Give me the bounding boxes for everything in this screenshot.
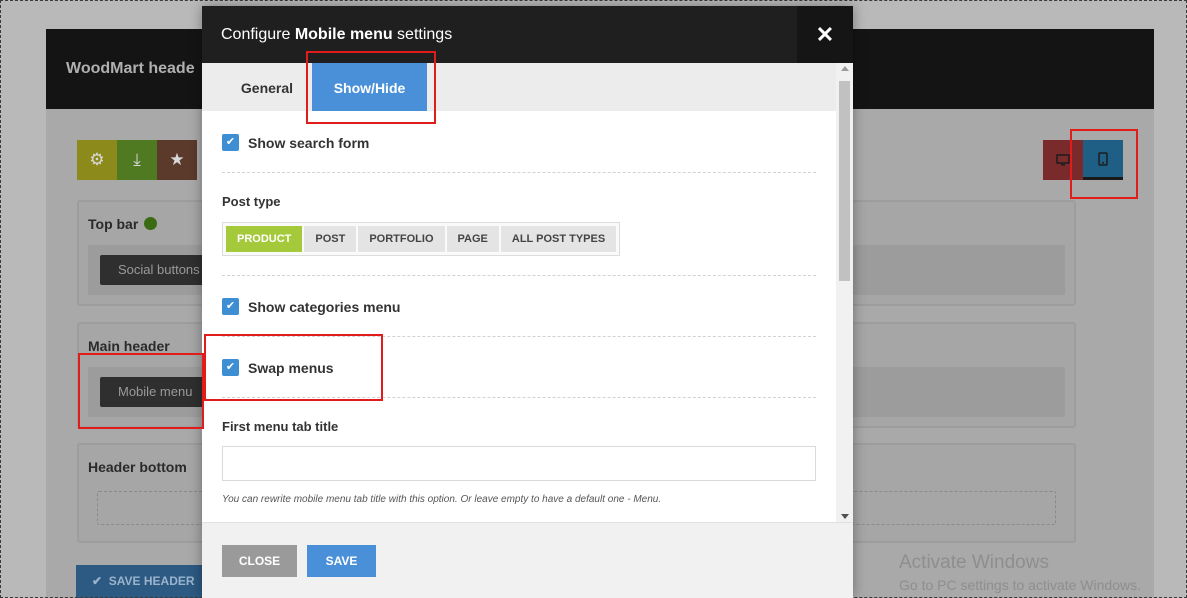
watermark-line-1: Activate Windows bbox=[899, 552, 1049, 573]
divider bbox=[222, 172, 816, 173]
check-icon: ✔ bbox=[92, 574, 103, 588]
post-type-option-page[interactable]: PAGE bbox=[446, 226, 499, 252]
first-menu-tab-title-label: First menu tab title bbox=[222, 419, 339, 434]
modal-scrollbar[interactable] bbox=[836, 63, 853, 522]
save-button[interactable]: SAVE bbox=[307, 545, 376, 577]
scroll-thumb[interactable] bbox=[839, 81, 850, 281]
desktop-icon bbox=[1056, 154, 1070, 166]
show-categories-menu-checkbox[interactable]: ✔ bbox=[222, 298, 239, 316]
first-menu-tab-title-hint: You can rewrite mobile menu tab title wi… bbox=[222, 494, 662, 505]
activate-windows-watermark: Activate Windows Go to PC settings to ac… bbox=[899, 552, 1141, 593]
swap-menus-label: Swap menus bbox=[248, 359, 334, 376]
swap-menus-checkbox[interactable]: ✔ bbox=[222, 359, 239, 377]
modal-body: General Show/Hide ✔ Show search form Post… bbox=[202, 63, 853, 522]
section-label: Main header bbox=[88, 338, 170, 354]
divider bbox=[222, 397, 816, 398]
post-type-selector: PRODUCT POST PORTFOLIO PAGE ALL POST TYP… bbox=[222, 222, 621, 256]
divider bbox=[222, 336, 816, 337]
tab-bar: General Show/Hide bbox=[202, 63, 836, 111]
post-type-label: Post type bbox=[222, 194, 281, 209]
scroll-down-icon[interactable] bbox=[841, 514, 849, 519]
post-type-option-product[interactable]: PRODUCT bbox=[226, 226, 303, 252]
modal-header: Configure Mobile menu settings ✕ bbox=[202, 6, 853, 63]
save-header-label: SAVE HEADER bbox=[108, 574, 195, 588]
first-menu-tab-title-input[interactable] bbox=[222, 446, 816, 481]
modal-footer: CLOSE SAVE bbox=[202, 522, 853, 598]
divider bbox=[222, 275, 816, 276]
download-icon[interactable]: ⤓ bbox=[117, 140, 157, 180]
post-type-option-post[interactable]: POST bbox=[304, 226, 357, 252]
tab-show-hide[interactable]: Show/Hide bbox=[312, 63, 427, 111]
post-type-option-portfolio[interactable]: PORTFOLIO bbox=[358, 226, 445, 252]
show-categories-menu-label: Show categories menu bbox=[248, 298, 401, 315]
tab-general[interactable]: General bbox=[222, 63, 312, 111]
scroll-up-icon[interactable] bbox=[841, 66, 849, 71]
mobile-view-button[interactable] bbox=[1083, 140, 1123, 180]
field-show-categories-menu: ✔ Show categories menu bbox=[222, 298, 816, 316]
section-label: Top bar bbox=[88, 216, 139, 232]
show-search-form-checkbox[interactable]: ✔ bbox=[222, 134, 239, 152]
builder-title: WoodMart heade bbox=[66, 60, 195, 77]
gear-icon[interactable]: ⚙ bbox=[77, 140, 117, 180]
element-chip-mobile-menu[interactable]: Mobile menu bbox=[100, 377, 211, 407]
mobile-icon bbox=[1098, 151, 1108, 166]
close-icon[interactable]: ✕ bbox=[797, 6, 853, 63]
post-type-option-all[interactable]: ALL POST TYPES bbox=[500, 226, 617, 252]
settings-modal: Configure Mobile menu settings ✕ General… bbox=[202, 6, 853, 598]
star-icon[interactable]: ★ bbox=[157, 140, 197, 180]
section-label: Header bottom bbox=[88, 459, 187, 475]
field-swap-menus: ✔ Swap menus bbox=[222, 359, 816, 377]
field-show-search-form: ✔ Show search form bbox=[222, 134, 816, 152]
status-dot bbox=[144, 217, 158, 230]
desktop-view-button[interactable] bbox=[1043, 140, 1083, 180]
show-search-form-label: Show search form bbox=[248, 134, 370, 151]
watermark-line-2: Go to PC settings to activate Windows. bbox=[899, 577, 1141, 593]
element-chip-social-buttons[interactable]: Social buttons bbox=[100, 255, 218, 285]
close-button[interactable]: CLOSE bbox=[222, 545, 297, 577]
modal-title: Configure Mobile menu settings bbox=[221, 26, 453, 43]
save-header-button[interactable]: ✔ SAVE HEADER bbox=[76, 565, 208, 598]
